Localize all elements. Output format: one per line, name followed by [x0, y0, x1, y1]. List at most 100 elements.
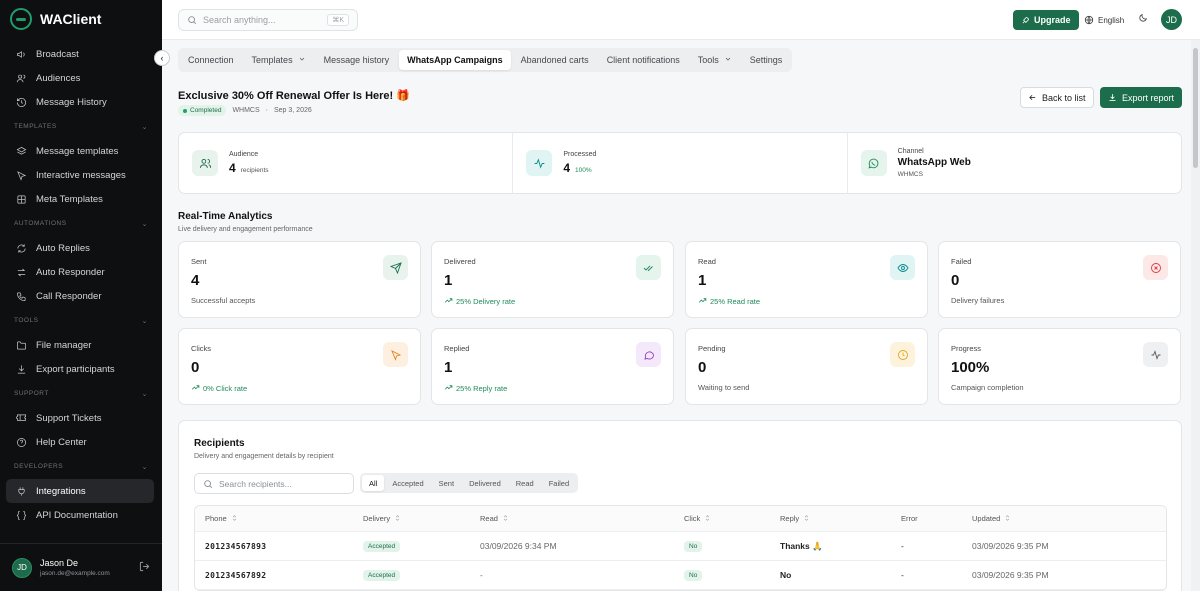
sidebar-item-file-manager[interactable]: File manager — [6, 333, 154, 357]
sidebar-item-call-responder[interactable]: Call Responder — [6, 284, 154, 308]
filter-read[interactable]: Read — [509, 475, 541, 491]
logout-icon[interactable] — [139, 561, 150, 575]
stat-value: 0 — [698, 359, 707, 376]
sidebar-section-templates[interactable]: TEMPLATES ⌄ — [0, 114, 162, 139]
sort-icon[interactable] — [231, 514, 238, 524]
sidebar-item-interactive-messages[interactable]: Interactive messages — [6, 163, 154, 187]
sidebar-item-integrations[interactable]: Integrations — [6, 479, 154, 503]
scrollbar-thumb[interactable] — [1193, 48, 1198, 168]
sort-icon[interactable] — [394, 514, 401, 524]
collapse-sidebar-button[interactable]: ‹ — [154, 50, 170, 66]
sidebar-section-title: AUTOMATIONS — [14, 220, 67, 227]
sidebar-item-message-history[interactable]: Message History — [6, 90, 154, 114]
status-badge: Completed — [178, 105, 227, 116]
stat-value: 0 — [951, 272, 960, 289]
grid-icon — [16, 194, 27, 205]
filter-failed[interactable]: Failed — [542, 475, 576, 491]
user-avatar-button[interactable]: JD — [1161, 9, 1182, 30]
page-scrollbar[interactable] — [1191, 40, 1200, 591]
global-search-input[interactable]: Search anything... ⌘K — [178, 9, 358, 31]
sidebar-item-label: Support Tickets — [36, 412, 102, 424]
tab-message-history[interactable]: Message history — [316, 50, 398, 70]
sidebar-item-meta-templates[interactable]: Meta Templates — [6, 187, 154, 211]
sidebar-item-message-templates[interactable]: Message templates — [6, 139, 154, 163]
recipients-table: Phone Delivery Read Click Reply Error Updated 2… — [194, 505, 1167, 591]
sidebar-item-label: Export participants — [36, 363, 115, 375]
sidebar-item-api-documentation[interactable]: API Documentation — [6, 503, 154, 527]
reply-cell-value: Thanks 🙏 — [780, 540, 823, 551]
sidebar-item-label: Auto Replies — [36, 242, 90, 254]
column-header-updated[interactable]: Updated — [972, 506, 1011, 531]
upgrade-button[interactable]: Upgrade — [1013, 10, 1079, 30]
phone-cell-value: 201234567893 — [205, 541, 267, 551]
table-header-row: Phone Delivery Read Click Reply Error Updated — [195, 506, 1166, 532]
tab-whatsapp-campaigns[interactable]: WhatsApp Campaigns — [399, 50, 511, 70]
tab-label: Abandoned carts — [520, 55, 589, 65]
megaphone-icon — [16, 49, 27, 60]
chevron-down-icon: ⌄ — [141, 220, 148, 228]
filter-all[interactable]: All — [362, 475, 385, 491]
table-row[interactable]: 201234567892 Accepted - No No - 03/09/2026 9:3… — [195, 561, 1166, 590]
sort-icon[interactable] — [704, 514, 711, 524]
sidebar-section-tools[interactable]: TOOLS ⌄ — [0, 308, 162, 333]
sidebar-item-export-participants[interactable]: Export participants — [6, 357, 154, 381]
tab-connection[interactable]: Connection — [180, 50, 242, 70]
stat-foot-text: Waiting to send — [698, 383, 750, 392]
stat-foot-text: Campaign completion — [951, 383, 1024, 392]
chevron-down-icon: ⌄ — [141, 390, 148, 398]
avatar: JD — [12, 557, 32, 578]
plug-icon — [16, 486, 27, 497]
sidebar-section-support[interactable]: SUPPORT ⌄ — [0, 381, 162, 406]
sidebar-item-broadcast[interactable]: Broadcast — [6, 42, 154, 66]
phone-cell-value: 201234567892 — [205, 570, 267, 580]
brand[interactable]: WAClient — [10, 8, 101, 30]
stat-label: Read — [698, 257, 716, 266]
back-label: Back to list — [1042, 92, 1086, 103]
reply-cell: Thanks 🙏 — [780, 532, 823, 560]
delivery-badge-value: Accepted — [363, 540, 401, 552]
tab-settings[interactable]: Settings — [742, 50, 791, 70]
tab-client-notifications[interactable]: Client notifications — [599, 50, 688, 70]
sort-icon[interactable] — [1004, 514, 1011, 524]
theme-toggle-moon-icon[interactable] — [1138, 13, 1148, 26]
filter-delivered[interactable]: Delivered — [462, 475, 508, 491]
campaign-source: WHMCS — [232, 107, 260, 114]
stat-card-delivered: Delivered 1 25% Delivery rate — [431, 241, 674, 318]
history-icon — [16, 97, 27, 108]
sidebar-item-support-tickets[interactable]: Support Tickets — [6, 406, 154, 430]
sidebar-item-label: Call Responder — [36, 290, 102, 302]
delivery-badge: Accepted — [363, 561, 401, 589]
table-row[interactable]: 201234567893 Accepted 03/09/2026 9:34 PM No… — [195, 532, 1166, 561]
tab-tools[interactable]: Tools — [690, 50, 740, 70]
language-selector[interactable]: English — [1084, 10, 1124, 30]
column-header-click[interactable]: Click — [684, 506, 711, 531]
analytics-subtitle: Live delivery and engagement performance — [178, 226, 313, 233]
sidebar-section-automations[interactable]: AUTOMATIONS ⌄ — [0, 211, 162, 236]
recipients-search-input[interactable]: Search recipients... — [194, 473, 354, 494]
sidebar-section-developers[interactable]: DEVELOPERS ⌄ — [0, 454, 162, 479]
column-header-delivery[interactable]: Delivery — [363, 506, 401, 531]
column-header-reply[interactable]: Reply — [780, 506, 810, 531]
tab-templates[interactable]: Templates — [244, 50, 314, 70]
column-header-read[interactable]: Read — [480, 506, 509, 531]
sidebar-item-auto-responder[interactable]: Auto Responder — [6, 260, 154, 284]
column-header-label: Delivery — [363, 514, 391, 523]
sidebar-item-help-center[interactable]: Help Center — [6, 430, 154, 454]
tab-abandoned-carts[interactable]: Abandoned carts — [513, 50, 597, 70]
sort-icon[interactable] — [803, 514, 810, 524]
braces-icon — [16, 510, 27, 521]
back-to-list-button[interactable]: Back to list — [1020, 87, 1094, 108]
export-report-button[interactable]: Export report — [1100, 87, 1183, 108]
column-header-label: Reply — [780, 514, 800, 523]
cursor-icon — [383, 342, 408, 367]
column-header-phone[interactable]: Phone — [205, 506, 238, 531]
user-profile[interactable]: JD Jason De jason.de@example.com — [0, 543, 162, 591]
column-header-label: Error — [901, 514, 918, 523]
stat-value: 1 — [698, 272, 707, 289]
filter-accepted[interactable]: Accepted — [385, 475, 430, 491]
sidebar-item-auto-replies[interactable]: Auto Replies — [6, 236, 154, 260]
sidebar-item-audiences[interactable]: Audiences — [6, 66, 154, 90]
stat-caption: Successful accepts — [191, 296, 255, 305]
sort-icon[interactable] — [502, 514, 509, 524]
filter-sent[interactable]: Sent — [432, 475, 461, 491]
